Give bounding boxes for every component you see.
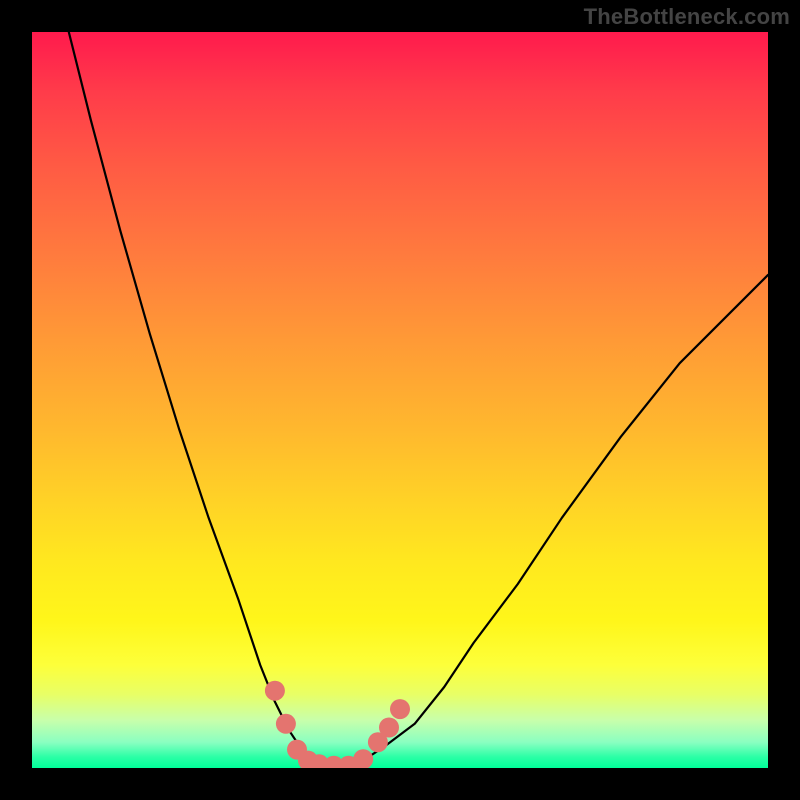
curve-marker xyxy=(353,749,373,768)
curve-marker xyxy=(265,681,285,701)
curve-marker xyxy=(276,714,296,734)
curve-markers xyxy=(265,681,410,768)
curve-svg xyxy=(32,32,768,768)
plot-area xyxy=(32,32,768,768)
curve-marker xyxy=(390,699,410,719)
chart-frame: TheBottleneck.com xyxy=(0,0,800,800)
bottleneck-curve xyxy=(69,32,768,768)
curve-marker xyxy=(379,718,399,738)
watermark-text: TheBottleneck.com xyxy=(584,4,790,30)
